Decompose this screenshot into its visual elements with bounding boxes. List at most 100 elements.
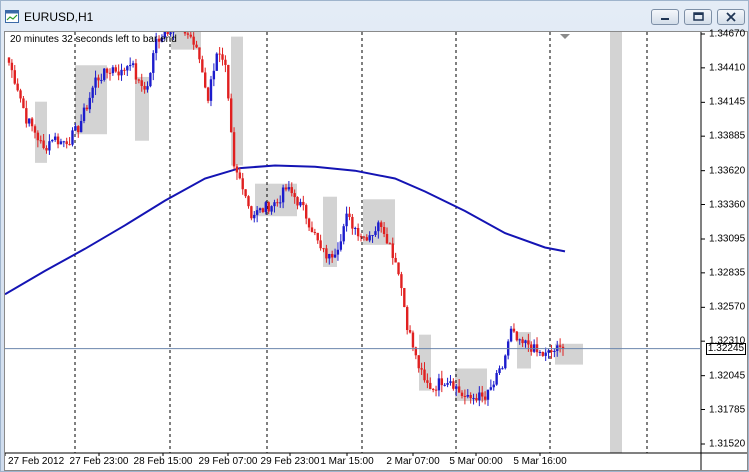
candle (339, 234, 343, 252)
future-session-band (610, 32, 622, 453)
axes (5, 32, 747, 470)
candle (65, 137, 68, 149)
title-bar[interactable]: EURUSD,H1 (1, 1, 748, 33)
candle (7, 57, 11, 66)
candle (486, 389, 490, 406)
chart-shift-marker[interactable] (560, 34, 570, 39)
price-chart[interactable]: 20 minutes 32 seconds left to bar end 1.… (4, 28, 748, 471)
candle (446, 377, 449, 388)
candle (313, 228, 317, 236)
candle (440, 370, 444, 393)
current-price-label: 1.32245 (706, 342, 746, 355)
price-tick-label: 1.33360 (709, 199, 746, 210)
candle (120, 63, 123, 81)
candle (131, 60, 135, 68)
candle (198, 47, 201, 64)
candle (51, 139, 54, 143)
candle (532, 339, 536, 353)
candle (212, 63, 216, 87)
candle (16, 78, 19, 92)
candle (394, 252, 397, 263)
minimize-button[interactable] (651, 9, 679, 25)
candle (114, 64, 117, 73)
bar-countdown: 20 minutes 32 seconds left to bar end (10, 34, 177, 45)
candle (550, 344, 553, 359)
candle (30, 117, 34, 132)
candle (400, 271, 403, 296)
candle (152, 50, 155, 81)
session-box (517, 332, 531, 369)
candle (221, 47, 224, 66)
candle (215, 52, 218, 71)
candle (547, 348, 550, 359)
candle (62, 140, 66, 148)
candle (201, 55, 204, 73)
candle (449, 374, 452, 386)
candle (504, 354, 507, 370)
candle (452, 378, 455, 391)
candle (123, 67, 126, 76)
candle (71, 127, 74, 147)
candle (149, 72, 152, 88)
candle (59, 138, 63, 145)
candle (117, 64, 120, 81)
price-tick-label: 1.31520 (709, 438, 746, 450)
candle (538, 350, 542, 357)
candle (48, 134, 51, 155)
time-tick-label: 28 Feb 15:00 (133, 456, 193, 467)
candlestick-chart[interactable] (5, 32, 747, 470)
candle (405, 305, 409, 335)
candle (411, 330, 415, 352)
time-tick-label: 2 Mar 07:00 (386, 456, 440, 467)
price-tick-label: 1.31785 (709, 404, 746, 415)
candle (238, 167, 242, 180)
candle (68, 137, 71, 146)
candle (77, 125, 80, 138)
time-tick-label: 5 Mar 00:00 (449, 456, 503, 467)
price-tick-label: 1.33620 (709, 165, 746, 177)
time-tick-label: 27 Feb 23:00 (69, 456, 129, 467)
candle (544, 347, 547, 362)
candle (354, 226, 357, 235)
candle (22, 95, 25, 109)
price-tick-label: 1.32045 (709, 370, 746, 382)
candle (431, 387, 435, 393)
close-icon (726, 12, 736, 22)
candle (209, 75, 213, 107)
candle (232, 127, 236, 170)
candle (108, 68, 112, 81)
price-tick-label: 1.33885 (709, 130, 746, 142)
candle (299, 198, 302, 208)
price-tick-label: 1.34670 (709, 28, 746, 40)
restore-button[interactable] (684, 9, 712, 25)
candle (319, 234, 322, 251)
candle (25, 100, 28, 128)
candle (111, 65, 115, 76)
candle (403, 287, 406, 308)
candle (492, 380, 495, 391)
candle (535, 337, 539, 357)
time-tick-label: 27 Feb 2012 (8, 456, 65, 467)
candle (244, 189, 247, 199)
candle (437, 373, 441, 397)
price-tick-label: 1.33095 (709, 233, 746, 245)
candle (345, 206, 348, 232)
chart-window: EURUSD,H1 20 minutes 32 seconds left to … (0, 0, 749, 472)
time-tick-label: 29 Feb 07:00 (198, 456, 258, 467)
candle (498, 365, 501, 375)
close-button[interactable] (717, 9, 745, 25)
candle (27, 118, 31, 127)
session-box (35, 101, 47, 163)
candle (227, 64, 230, 101)
candle (515, 330, 519, 342)
window-title: EURUSD,H1 (24, 10, 94, 24)
candle (302, 195, 305, 211)
candle (356, 223, 360, 241)
time-tick-label: 29 Feb 23:00 (260, 456, 320, 467)
candle (247, 195, 250, 209)
candle (506, 339, 510, 360)
candle (509, 326, 513, 343)
candle (348, 206, 351, 221)
candle (495, 370, 498, 386)
session-box (555, 343, 583, 365)
